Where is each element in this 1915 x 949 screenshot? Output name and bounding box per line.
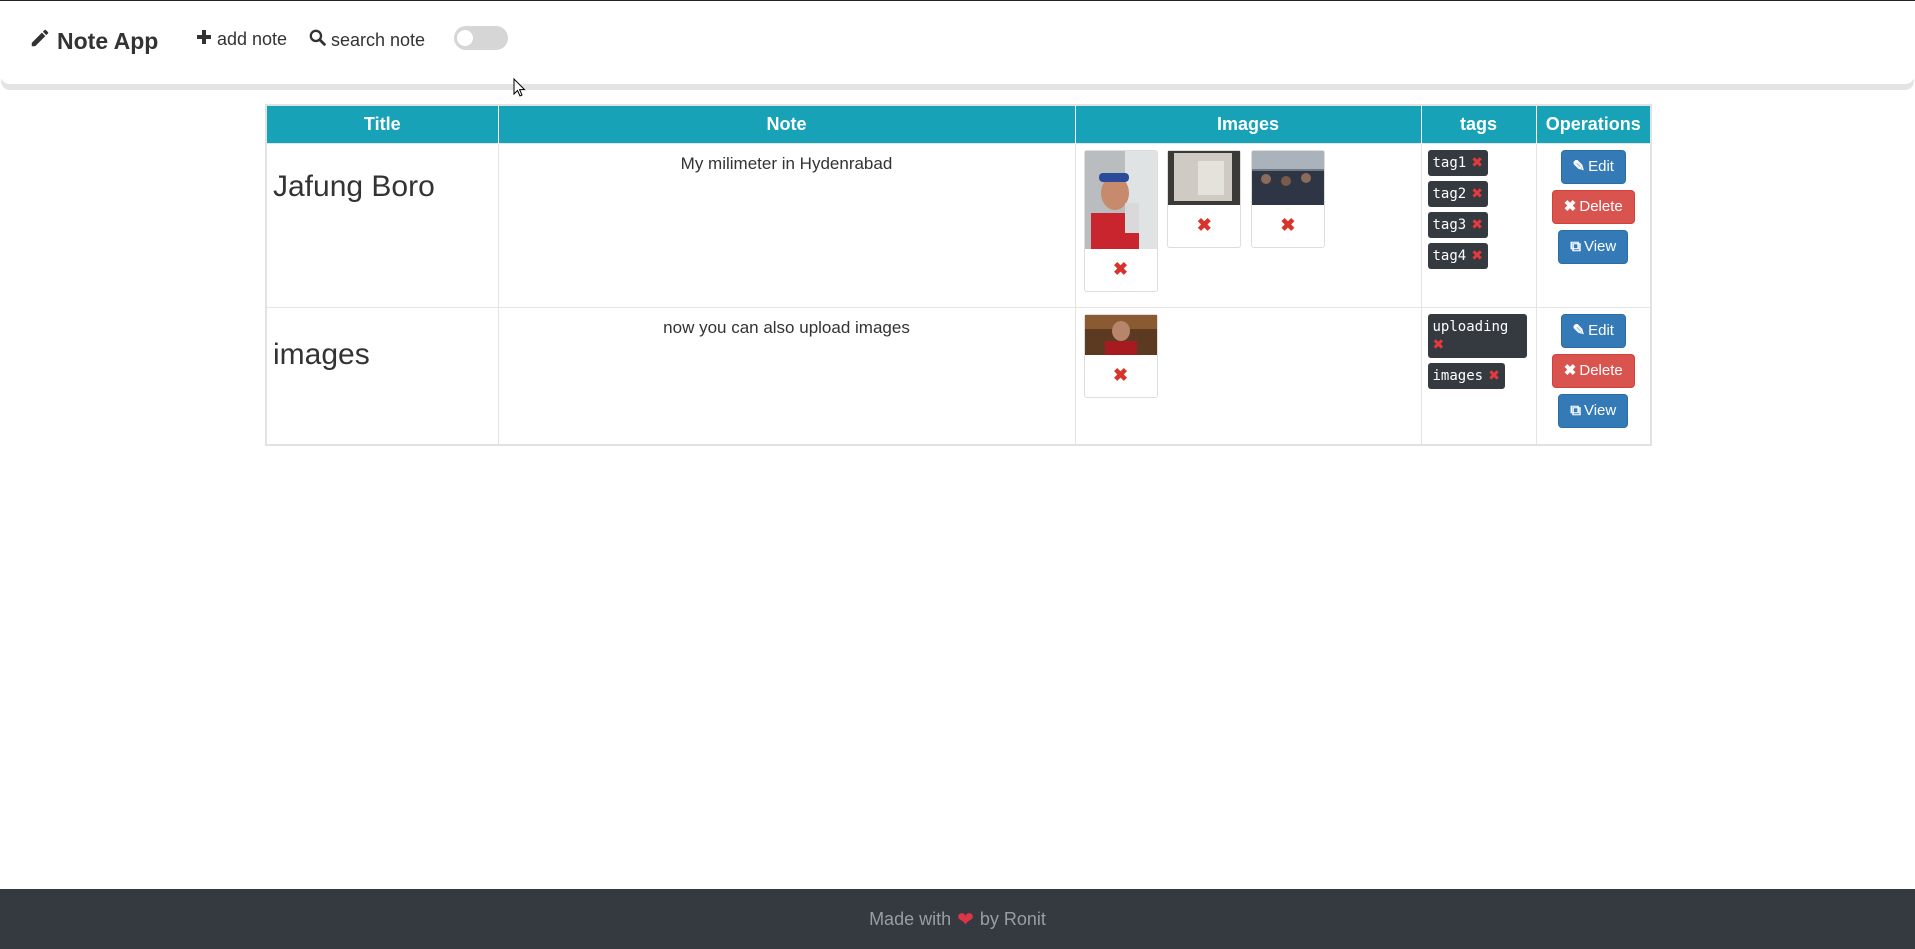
header-images: Images bbox=[1075, 106, 1422, 143]
external-link-icon: ⧉ bbox=[1570, 401, 1581, 419]
remove-tag-icon[interactable]: ✖ bbox=[1471, 217, 1483, 233]
view-button[interactable]: ⧉ View bbox=[1558, 229, 1629, 264]
delete-image-icon[interactable]: ✖ bbox=[1085, 355, 1157, 397]
brand-label: Note App bbox=[57, 27, 159, 54]
view-button[interactable]: ⧉ View bbox=[1558, 393, 1629, 428]
delete-button[interactable]: ✖ Delete bbox=[1551, 189, 1635, 224]
close-icon: ✖ bbox=[1563, 361, 1577, 379]
dark-mode-toggle[interactable] bbox=[454, 26, 508, 50]
operations-cell: ✎ Edit ✖ Delete ⧉ View bbox=[1536, 142, 1650, 307]
delete-button[interactable]: ✖ Delete bbox=[1551, 353, 1635, 388]
tag-label: tag4 bbox=[1432, 247, 1467, 264]
external-link-icon: ⧉ bbox=[1570, 237, 1581, 255]
header-title: Title bbox=[267, 106, 499, 143]
header-note: Note bbox=[498, 106, 1076, 143]
note-title: images bbox=[267, 306, 499, 444]
tag-badge: tag1 ✖ bbox=[1427, 149, 1488, 176]
pencil-icon bbox=[29, 27, 51, 55]
tag-label: tag3 bbox=[1432, 216, 1467, 233]
image-card: ✖ bbox=[1250, 149, 1325, 248]
tag-badge: images ✖ bbox=[1427, 362, 1505, 389]
note-image[interactable] bbox=[1084, 150, 1157, 249]
footer-author: by Ronit bbox=[979, 908, 1046, 929]
tag-badge: tag3 ✖ bbox=[1427, 211, 1488, 238]
table-row: images now you can also upload images ✖ bbox=[267, 306, 1650, 444]
remove-tag-icon[interactable]: ✖ bbox=[1471, 248, 1483, 264]
edit-button[interactable]: ✎ Edit bbox=[1560, 149, 1626, 184]
add-note-link[interactable]: add note bbox=[196, 29, 287, 50]
footer-made-with: Made with bbox=[869, 908, 952, 929]
tag-label: uploading bbox=[1432, 318, 1509, 335]
delete-label: Delete bbox=[1579, 197, 1623, 215]
remove-tag-icon[interactable]: ✖ bbox=[1433, 336, 1522, 354]
remove-tag-icon[interactable]: ✖ bbox=[1471, 155, 1483, 171]
edit-label: Edit bbox=[1588, 157, 1614, 175]
edit-icon: ✎ bbox=[1572, 157, 1586, 175]
close-icon: ✖ bbox=[1563, 197, 1577, 215]
mouse-cursor-icon bbox=[513, 78, 526, 97]
note-image[interactable] bbox=[1084, 314, 1157, 355]
header-operations: Operations bbox=[1536, 106, 1650, 143]
images-cell: ✖ ✖ ✖ bbox=[1075, 142, 1422, 307]
footer: Made with ❤ by Ronit bbox=[0, 889, 1915, 949]
note-text: My milimeter in Hydenrabad bbox=[498, 142, 1076, 307]
tag-label: images bbox=[1432, 367, 1484, 384]
edit-icon: ✎ bbox=[1572, 321, 1586, 339]
note-title: Jafung Boro bbox=[267, 142, 499, 307]
add-note-label: add note bbox=[217, 29, 288, 49]
tag-badge: uploading ✖ bbox=[1427, 313, 1527, 358]
tag-label: tag1 bbox=[1432, 154, 1467, 171]
navbar: Note App add note search note bbox=[0, 0, 1915, 84]
view-label: View bbox=[1583, 401, 1617, 419]
edit-label: Edit bbox=[1588, 321, 1614, 339]
edit-button[interactable]: ✎ Edit bbox=[1560, 313, 1626, 348]
notes-table: Title Note Images tags Operations Jafung… bbox=[265, 104, 1652, 446]
tag-label: tag2 bbox=[1432, 185, 1467, 202]
tag-badge: tag2 ✖ bbox=[1427, 180, 1488, 207]
note-image[interactable] bbox=[1251, 150, 1324, 205]
operations-cell: ✎ Edit ✖ Delete ⧉ View bbox=[1536, 306, 1650, 444]
heart-icon: ❤ bbox=[957, 908, 974, 931]
remove-tag-icon[interactable]: ✖ bbox=[1488, 368, 1500, 384]
image-card: ✖ bbox=[1083, 149, 1158, 292]
toggle-knob bbox=[457, 30, 473, 46]
image-card: ✖ bbox=[1167, 149, 1242, 248]
search-note-link[interactable]: search note bbox=[309, 29, 425, 51]
note-image[interactable] bbox=[1168, 150, 1241, 205]
tag-badge: tag4 ✖ bbox=[1427, 242, 1488, 269]
delete-image-icon[interactable]: ✖ bbox=[1252, 205, 1324, 247]
image-card: ✖ bbox=[1083, 313, 1158, 398]
header-tags: tags bbox=[1421, 106, 1537, 143]
note-text: now you can also upload images bbox=[498, 306, 1076, 444]
images-cell: ✖ bbox=[1075, 306, 1422, 444]
tags-cell: tag1 ✖ tag2 ✖ tag3 ✖ tag4 ✖ bbox=[1421, 142, 1537, 307]
delete-image-icon[interactable]: ✖ bbox=[1085, 249, 1157, 291]
plus-icon bbox=[196, 29, 212, 50]
remove-tag-icon[interactable]: ✖ bbox=[1471, 186, 1483, 202]
delete-image-icon[interactable]: ✖ bbox=[1168, 205, 1240, 247]
brand[interactable]: Note App bbox=[29, 27, 158, 55]
tags-cell: uploading ✖ images ✖ bbox=[1421, 306, 1537, 444]
delete-label: Delete bbox=[1579, 361, 1623, 379]
view-label: View bbox=[1583, 237, 1617, 255]
table-header-row: Title Note Images tags Operations bbox=[267, 106, 1650, 143]
search-icon bbox=[309, 29, 326, 51]
table-row: Jafung Boro My milimeter in Hydenrabad ✖ bbox=[267, 142, 1650, 307]
search-note-label: search note bbox=[331, 29, 426, 50]
